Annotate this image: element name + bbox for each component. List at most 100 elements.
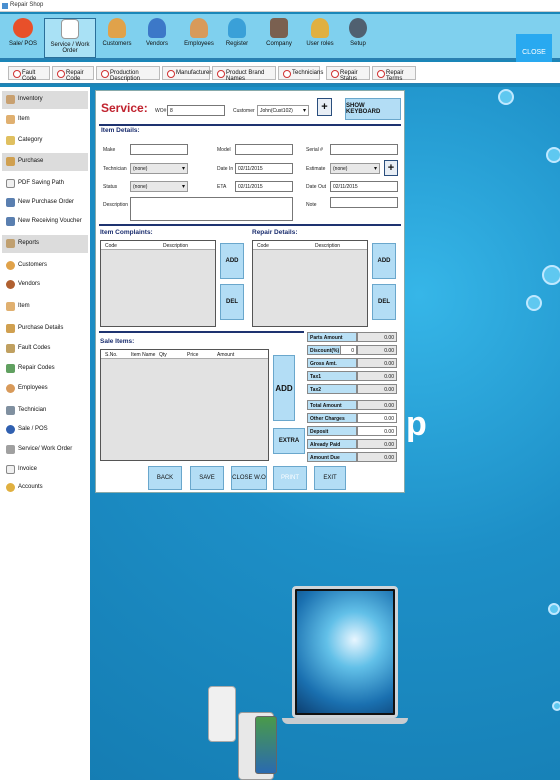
subnav-technicians[interactable]: Technicians	[278, 66, 323, 80]
sidebar-item-service-work-order[interactable]: Service/ Work Order	[2, 441, 88, 459]
network-node-decoration	[498, 89, 514, 105]
network-node-decoration	[548, 603, 560, 615]
discount-percent-field[interactable]: 0	[340, 345, 357, 355]
delete-repair-button[interactable]: DEL	[372, 284, 396, 320]
model-field[interactable]	[235, 144, 293, 155]
eta-date-picker[interactable]: 02/11/2015	[235, 181, 293, 192]
description-field[interactable]	[130, 197, 293, 221]
ribbon-label: Employees	[184, 41, 214, 47]
sidebar-item-pdf-saving-path[interactable]: PDF Saving Path	[2, 175, 88, 193]
extra-button[interactable]: EXTRA	[273, 428, 305, 454]
ribbon-service-work-order-button[interactable]: Service / Work Order	[44, 18, 96, 58]
sidebar-item-new-purchase-order[interactable]: New Purchase Order	[2, 194, 88, 212]
main-ribbon: Sale/ POS Service / Work Order Customers…	[0, 14, 560, 70]
sidebar-item-purchase-details[interactable]: Purchase Details	[2, 320, 88, 338]
technician-select[interactable]: (none)	[130, 163, 188, 174]
back-button[interactable]: BACK	[148, 466, 182, 490]
status-select[interactable]: (none)	[130, 181, 188, 192]
ribbon-setup-button[interactable]: Setup	[344, 18, 372, 58]
save-button[interactable]: SAVE	[190, 466, 224, 490]
customer-select[interactable]: John(Cust102)	[257, 105, 309, 116]
sale-items-grid[interactable]: S.No. Item Name Qty Price Amount	[100, 349, 269, 461]
grid-header: Code Description	[253, 241, 367, 250]
sidebar-item-item-report[interactable]: Item	[2, 298, 88, 316]
ribbon-register-button[interactable]: Register	[222, 18, 252, 58]
laptop-wallpaper	[297, 591, 393, 713]
total-label: Deposit	[307, 426, 357, 436]
show-keyboard-button[interactable]: SHOW KEYBOARD	[345, 98, 401, 120]
ribbon-sale-pos-button[interactable]: Sale/ POS	[4, 18, 42, 58]
total-label: Already Paid	[307, 439, 357, 449]
subnav-manufacturers[interactable]: Manufacturers	[162, 66, 214, 80]
ribbon-employees-button[interactable]: Employees	[182, 18, 216, 58]
customers-icon	[6, 261, 15, 270]
note-field[interactable]	[330, 197, 398, 208]
subnav-production-description[interactable]: Production Description	[96, 66, 160, 82]
ribbon-label: Vendors	[145, 41, 169, 47]
sidebar-item-label: Item	[18, 116, 30, 122]
date-in-picker[interactable]: 02/11/2015	[235, 163, 293, 174]
add-repair-button[interactable]: ADD	[372, 243, 396, 279]
sidebar-item-accounts[interactable]: Accounts	[2, 479, 88, 497]
subnav-product-brand-names[interactable]: Product Brand Names	[212, 66, 276, 82]
ribbon-label: Register	[225, 41, 249, 47]
item-complaints-grid[interactable]: Code Description	[100, 240, 216, 327]
total-label: Tax2	[307, 384, 357, 394]
sidebar-item-invoice[interactable]: Invoice	[2, 461, 88, 479]
subnav-repair-status[interactable]: Repair Status	[326, 66, 370, 82]
reports-icon	[6, 239, 15, 248]
subnav-fault-code[interactable]: Fault Code	[8, 66, 50, 82]
add-estimate-button[interactable]: +	[384, 160, 398, 176]
add-complaint-button[interactable]: ADD	[220, 243, 244, 279]
sidebar-header-reports[interactable]: Reports	[2, 235, 88, 253]
ribbon-label: Sale/ POS	[8, 41, 37, 47]
make-label: Make	[103, 147, 116, 153]
sidebar-item-technician[interactable]: Technician	[2, 402, 88, 420]
sidebar-item-category[interactable]: Category	[2, 132, 88, 150]
ribbon-customers-button[interactable]: Customers	[100, 18, 134, 58]
make-field[interactable]	[130, 144, 188, 155]
app-icon	[2, 3, 8, 9]
sidebar-item-label: Employees	[18, 385, 48, 391]
deposit-field[interactable]: 0.00	[357, 426, 397, 436]
serial-label: Serial #	[306, 147, 323, 153]
subnav-repair-terms[interactable]: Repair Terms	[372, 66, 416, 82]
date-out-picker[interactable]: 02/11/2015	[330, 181, 398, 192]
subnav-repair-code[interactable]: Repair Code	[52, 66, 94, 82]
sidebar-item-sale-pos[interactable]: Sale / POS	[2, 421, 88, 439]
sidebar-item-label: Customers	[18, 262, 48, 268]
add-sale-item-button[interactable]: ADD	[273, 355, 295, 421]
sidebar-item-employees[interactable]: Employees	[2, 380, 88, 398]
sidebar-item-vendors[interactable]: Vendors	[2, 276, 88, 294]
ribbon-company-button[interactable]: Company	[262, 18, 296, 58]
network-node-decoration	[542, 265, 560, 285]
print-button[interactable]: PRINT	[273, 466, 307, 490]
delete-complaint-button[interactable]: DEL	[220, 284, 244, 320]
ribbon-user-roles-button[interactable]: User roles	[304, 18, 336, 58]
sidebar-item-repair-codes[interactable]: Repair Codes	[2, 360, 88, 378]
sidebar-header-purchase[interactable]: Purchase	[2, 153, 88, 171]
wo-number-field[interactable]: 8	[167, 105, 225, 116]
col-amount: Amount	[217, 352, 235, 358]
date-in-label: Date In	[217, 166, 234, 172]
repair-details-grid[interactable]: Code Description	[252, 240, 368, 327]
other-charges-field[interactable]: 0.00	[357, 413, 397, 423]
ribbon-vendors-button[interactable]: Vendors	[142, 18, 172, 58]
sidebar-item-item[interactable]: Item	[2, 111, 88, 129]
add-customer-button[interactable]: +	[317, 98, 332, 116]
col-price: Price	[187, 352, 199, 358]
sidebar-item-label: Accounts	[18, 484, 43, 490]
sidebar-item-new-receiving-voucher[interactable]: New Receiving Voucher	[2, 213, 88, 231]
serial-field[interactable]	[330, 144, 398, 155]
close-work-order-button[interactable]: CLOSE W.O	[231, 466, 267, 490]
laptop-screen	[292, 586, 398, 718]
sidebar-item-fault-codes[interactable]: Fault Codes	[2, 340, 88, 358]
sidebar-item-customers[interactable]: Customers	[2, 257, 88, 275]
network-node-decoration	[526, 295, 542, 311]
estimate-select[interactable]: (none)	[330, 163, 380, 174]
exit-button[interactable]: EXIT	[314, 466, 346, 490]
divider	[99, 224, 401, 226]
sidebar-header-inventory[interactable]: Inventory	[2, 91, 88, 109]
user-roles-icon	[311, 18, 329, 38]
vendors-icon	[6, 280, 15, 289]
